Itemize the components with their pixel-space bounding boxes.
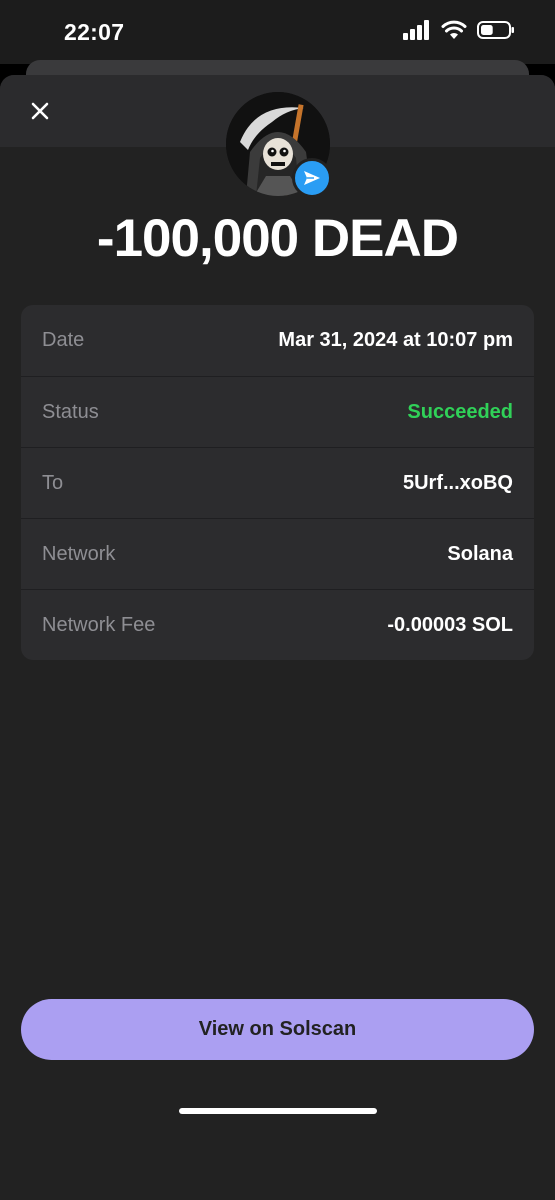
status-time: 22:07 [64,19,125,45]
detail-row-status: Status Succeeded [21,376,534,447]
send-icon [304,171,320,185]
detail-row-network: Network Solana [21,518,534,589]
view-on-solscan-button[interactable]: View on Solscan [21,999,534,1060]
transaction-amount: -100,000 DEAD [96,209,459,268]
status-icons [403,20,515,40]
date-value: Mar 31, 2024 at 10:07 pm [278,329,513,351]
token-avatar [226,92,332,198]
transaction-details: Date Mar 31, 2024 at 10:07 pm Status Suc… [21,305,534,660]
send-badge [292,158,332,198]
recipient-address[interactable]: 5Urf...xoBQ [403,472,513,495]
detail-row-network-fee: Network Fee -0.00003 SOL [21,589,534,660]
network-fee-label: Network Fee [42,613,156,636]
home-indicator[interactable] [179,1108,377,1114]
detail-row-to[interactable]: To 5Urf...xoBQ [21,447,534,518]
detail-row-date: Date Mar 31, 2024 at 10:07 pm [21,305,534,376]
to-label: To [42,471,64,494]
status-label: Status [42,400,99,423]
signal-icon [403,20,429,40]
wifi-icon [441,20,467,39]
status-value: Succeeded [407,400,513,423]
network-label: Network [42,542,116,565]
battery-icon [477,21,514,39]
network-value: Solana [447,542,513,565]
status-bar: 22:07 [0,0,555,64]
network-fee-value: -0.00003 SOL [387,613,513,636]
date-label: Date [42,329,85,351]
